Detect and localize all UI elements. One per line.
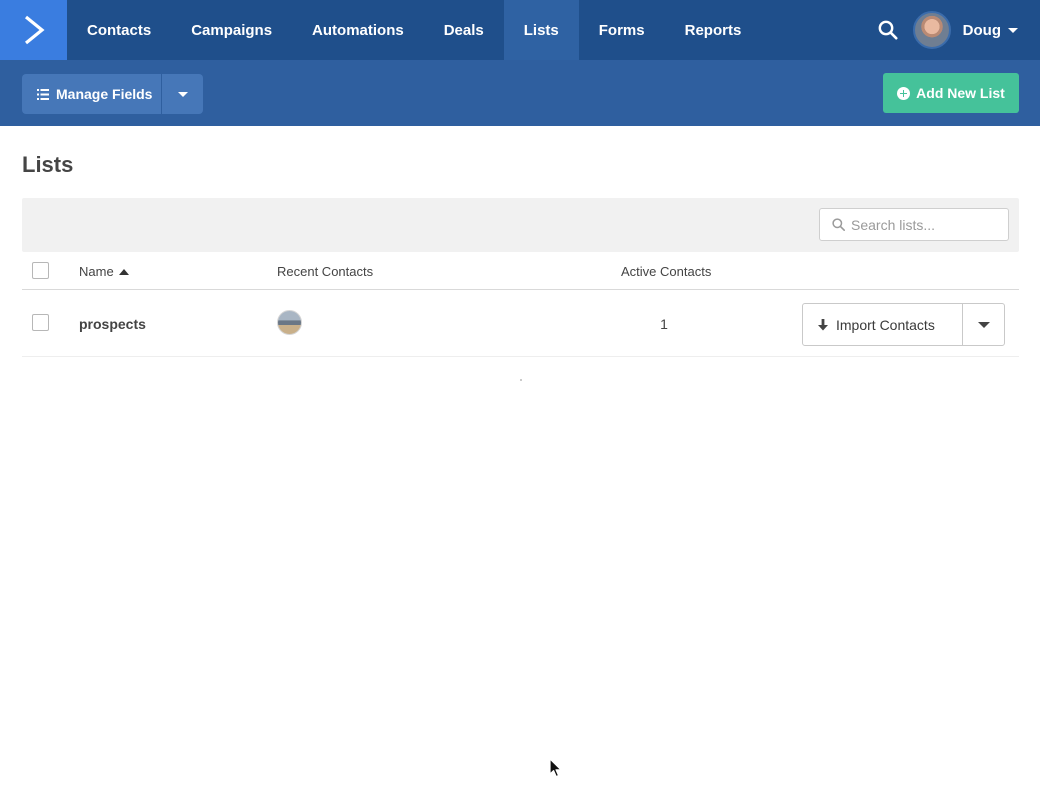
manage-fields-button[interactable]: Manage Fields: [22, 74, 161, 114]
manage-fields-label: Manage Fields: [56, 86, 153, 102]
top-navigation: Contacts Campaigns Automations Deals Lis…: [0, 0, 1040, 60]
sub-toolbar: Manage Fields Add New List: [0, 60, 1040, 126]
nav-item-deals[interactable]: Deals: [424, 0, 504, 60]
import-contacts-group: Import Contacts: [802, 303, 1005, 346]
nav-item-lists[interactable]: Lists: [503, 0, 579, 60]
user-name: Doug: [962, 21, 1001, 39]
recent-contact-avatar[interactable]: [277, 310, 302, 335]
row-actions-dropdown-button[interactable]: [962, 304, 1004, 345]
caret-down-icon: [177, 91, 188, 97]
caret-down-icon: [977, 321, 990, 328]
table-row: prospects 1 Import Contacts: [22, 290, 1019, 357]
column-header-active-contacts: Active Contacts: [621, 264, 712, 279]
table-header: Name Recent Contacts Active Contacts: [22, 252, 1019, 290]
manage-fields-dropdown-button[interactable]: [161, 74, 203, 114]
caret-down-icon: [1008, 27, 1018, 33]
loading-indicator: [520, 379, 522, 381]
add-new-list-label: Add New List: [916, 85, 1005, 101]
select-all-checkbox[interactable]: [32, 262, 49, 279]
import-contacts-button[interactable]: Import Contacts: [803, 304, 962, 345]
search-icon: [832, 218, 845, 231]
column-header-recent-contacts: Recent Contacts: [277, 264, 374, 279]
nav-right: Doug: [858, 0, 1040, 60]
active-contacts-count: 1: [660, 316, 668, 332]
import-contacts-label: Import Contacts: [836, 316, 935, 333]
search-lists-input[interactable]: [851, 216, 991, 233]
nav-item-contacts[interactable]: Contacts: [67, 0, 171, 60]
nav-item-automations[interactable]: Automations: [292, 0, 424, 60]
avatar: [912, 11, 951, 49]
user-menu[interactable]: Doug: [912, 0, 1040, 60]
table-toolbar: [22, 198, 1019, 252]
list-name-link[interactable]: prospects: [79, 316, 146, 332]
search-box: [819, 208, 1009, 241]
add-new-list-button[interactable]: Add New List: [883, 73, 1019, 113]
nav-items: Contacts Campaigns Automations Deals Lis…: [67, 0, 761, 60]
nav-item-campaigns[interactable]: Campaigns: [171, 0, 292, 60]
plus-circle-icon: [897, 86, 911, 100]
arrow-down-icon: [818, 318, 828, 330]
column-header-name[interactable]: Name: [79, 264, 129, 279]
column-header-name-label: Name: [79, 264, 114, 279]
app-logo[interactable]: [0, 0, 67, 60]
row-checkbox[interactable]: [32, 314, 49, 331]
manage-fields-group: Manage Fields: [22, 74, 203, 114]
global-search-button[interactable]: [858, 0, 918, 60]
page-title: Lists: [22, 152, 74, 177]
nav-item-reports[interactable]: Reports: [665, 0, 762, 60]
nav-item-forms[interactable]: Forms: [579, 0, 665, 60]
sort-up-icon: [118, 269, 129, 275]
search-icon: [878, 20, 898, 40]
list-icon: [37, 88, 49, 100]
chevron-right-logo-icon: [24, 15, 45, 45]
mouse-cursor-icon: [549, 758, 562, 778]
